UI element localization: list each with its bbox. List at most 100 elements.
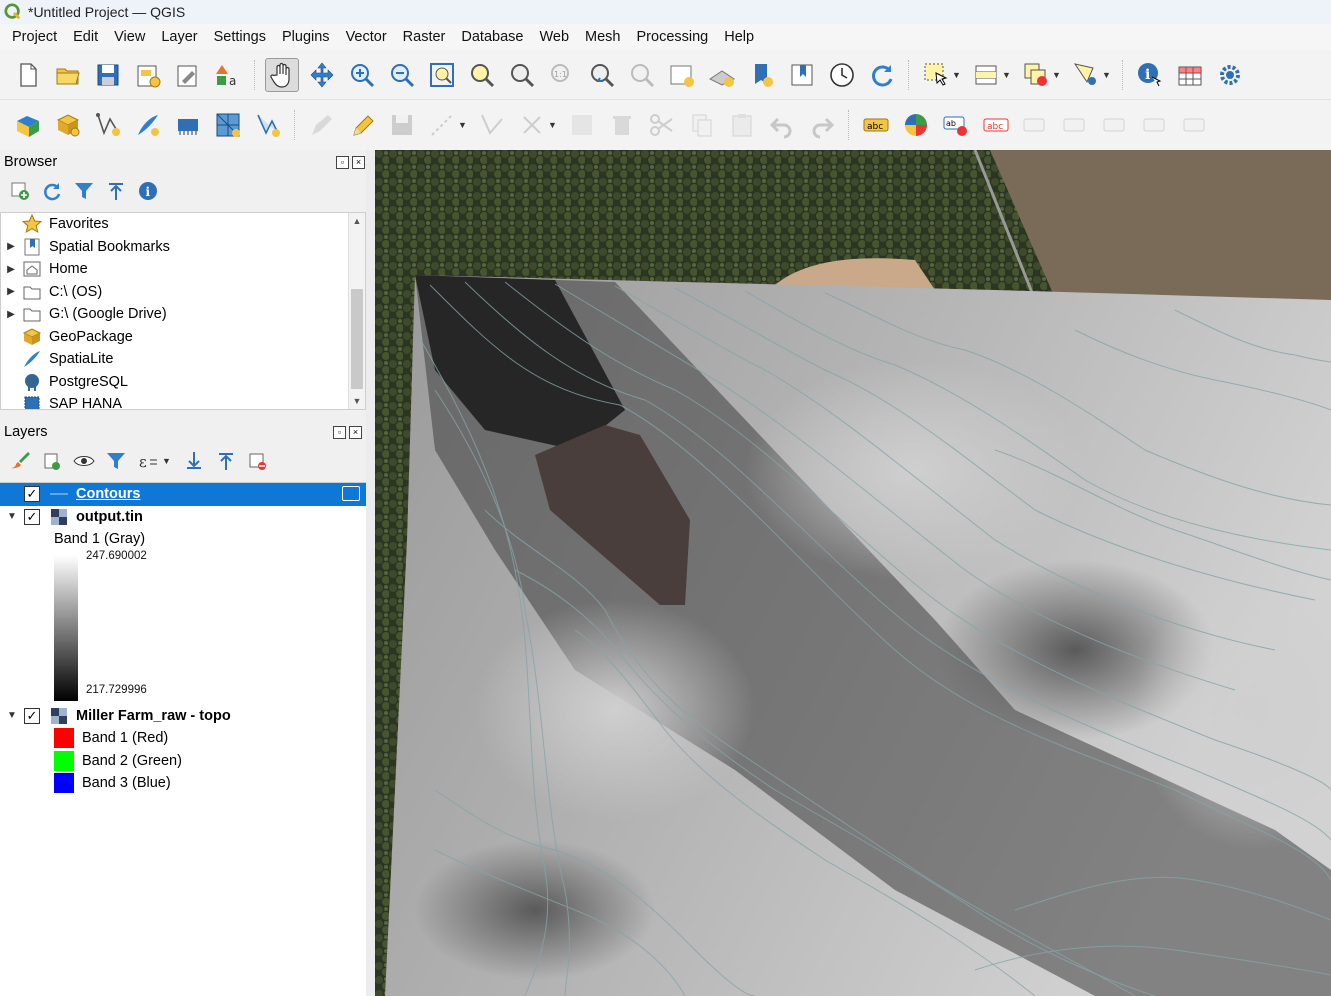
add-selected-layers-button[interactable]	[6, 177, 34, 205]
zoom-to-layer-button[interactable]	[505, 58, 539, 92]
menu-database[interactable]: Database	[453, 29, 531, 45]
layout-manager-button[interactable]	[171, 58, 205, 92]
pan-map-button[interactable]	[265, 57, 299, 92]
menu-project[interactable]: Project	[4, 29, 65, 45]
zoom-out-button[interactable]	[385, 58, 419, 92]
browser-item-home[interactable]: ▶ Home	[1, 258, 365, 281]
map-canvas[interactable]	[375, 150, 1331, 996]
menu-vector[interactable]: Vector	[338, 29, 395, 45]
chevron-right-icon[interactable]: ▶	[1, 309, 21, 320]
collapse-all-button[interactable]	[102, 177, 130, 205]
layer-visibility-checkbox[interactable]: ✓	[24, 486, 40, 503]
open-attribute-table-button[interactable]	[1173, 58, 1207, 92]
identify-features-button[interactable]: i	[1133, 58, 1167, 92]
new-3d-map-view-button[interactable]	[705, 58, 739, 92]
zoom-last-button[interactable]	[585, 58, 619, 92]
new-mesh-layer-button[interactable]	[211, 108, 245, 142]
scroll-down-icon[interactable]: ▼	[349, 393, 365, 409]
chevron-right-icon[interactable]: ▶	[1, 264, 21, 275]
browser-item-geopackage[interactable]: GeoPackage	[1, 326, 365, 349]
expand-all-button[interactable]	[180, 447, 208, 475]
new-temporary-layer-button[interactable]	[251, 108, 285, 142]
browser-item-favorites[interactable]: Favorites	[1, 213, 365, 236]
browser-item-sap-hana[interactable]: SAP HANA	[1, 393, 365, 409]
browser-item-postgresql[interactable]: PostgreSQL	[1, 371, 365, 394]
cut-features-button[interactable]	[645, 108, 679, 142]
add-group-button[interactable]	[38, 447, 66, 475]
browser-item-spatial-bookmarks[interactable]: ▶ Spatial Bookmarks	[1, 236, 365, 259]
chevron-down-icon[interactable]: ▼	[548, 120, 558, 130]
undock-icon[interactable]: ▫	[333, 425, 346, 439]
zoom-native-button[interactable]: 1:1	[545, 58, 579, 92]
highlight-pinned-labels-button[interactable]: ab	[939, 108, 973, 142]
menu-raster[interactable]: Raster	[395, 29, 454, 45]
browser-item-c-drive[interactable]: ▶ C:\ (OS)	[1, 281, 365, 304]
rotate-label-button[interactable]	[1139, 108, 1173, 142]
redo-button[interactable]	[805, 108, 839, 142]
scroll-thumb[interactable]	[351, 289, 363, 389]
menu-view[interactable]: View	[106, 29, 153, 45]
chevron-down-icon[interactable]: ▼	[0, 511, 24, 522]
show-bookmarks-button[interactable]	[785, 58, 819, 92]
zoom-next-button[interactable]	[625, 58, 659, 92]
menu-mesh[interactable]: Mesh	[577, 29, 628, 45]
enable-properties-button[interactable]: i	[134, 177, 162, 205]
chevron-down-icon[interactable]: ▼	[1002, 70, 1012, 80]
collapse-all-button[interactable]	[212, 447, 240, 475]
temporal-controller-button[interactable]	[825, 58, 859, 92]
open-layer-styling-button[interactable]	[6, 447, 34, 475]
edit-attributes-button[interactable]	[565, 108, 599, 142]
refresh-button[interactable]	[865, 58, 899, 92]
filter-browser-button[interactable]	[70, 177, 98, 205]
filter-legend-button[interactable]	[102, 447, 130, 475]
toggle-label-display-button[interactable]: abc	[979, 108, 1013, 142]
pan-to-selection-button[interactable]	[305, 58, 339, 92]
chevron-down-icon[interactable]: ▼	[1052, 70, 1062, 80]
layer-row-output-tin[interactable]: ▼ ✓ output.tin	[0, 506, 366, 529]
delete-selected-button[interactable]	[605, 108, 639, 142]
deselect-features-button[interactable]	[1019, 58, 1053, 92]
chevron-right-icon[interactable]: ▶	[1, 241, 21, 252]
chevron-right-icon[interactable]: ▶	[1, 286, 21, 297]
chevron-down-icon[interactable]: ▼	[458, 120, 468, 130]
label-toolbar-button[interactable]: abc	[859, 108, 893, 142]
chevron-down-icon[interactable]: ▼	[0, 710, 24, 721]
pin-labels-button[interactable]	[1019, 108, 1053, 142]
select-location-button[interactable]	[1069, 58, 1103, 92]
digitize-line-button[interactable]	[425, 108, 459, 142]
undo-button[interactable]	[765, 108, 799, 142]
close-icon[interactable]: ×	[349, 425, 362, 439]
menu-processing[interactable]: Processing	[629, 29, 717, 45]
dock-splitter[interactable]	[366, 150, 375, 996]
layer-visibility-checkbox[interactable]: ✓	[24, 508, 40, 525]
select-by-value-button[interactable]	[969, 58, 1003, 92]
zoom-full-button[interactable]	[425, 58, 459, 92]
options-button[interactable]	[1213, 58, 1247, 92]
modify-attributes-button[interactable]	[515, 108, 549, 142]
menu-layer[interactable]: Layer	[153, 29, 205, 45]
remove-layer-button[interactable]	[244, 447, 272, 475]
refresh-browser-button[interactable]	[38, 177, 66, 205]
manage-visibility-button[interactable]	[70, 447, 98, 475]
menu-edit[interactable]: Edit	[65, 29, 106, 45]
filter-expression-button[interactable]: ε	[134, 447, 162, 475]
style-manager-button[interactable]: a	[211, 58, 245, 92]
diagram-options-button[interactable]	[899, 108, 933, 142]
new-spatialite-layer-button[interactable]	[131, 108, 165, 142]
browser-item-g-drive[interactable]: ▶ G:\ (Google Drive)	[1, 303, 365, 326]
browser-item-spatialite[interactable]: SpatiaLite	[1, 348, 365, 371]
new-virtual-layer-button[interactable]	[171, 108, 205, 142]
scroll-up-icon[interactable]: ▲	[349, 213, 365, 229]
zoom-in-button[interactable]	[345, 58, 379, 92]
new-geopackage-layer-button[interactable]	[51, 108, 85, 142]
copy-features-button[interactable]	[685, 108, 719, 142]
chevron-down-icon[interactable]: ▼	[162, 456, 172, 466]
browser-scrollbar[interactable]: ▲ ▼	[348, 213, 365, 409]
layer-row-contours[interactable]: ✓ Contours	[0, 483, 366, 506]
menu-help[interactable]: Help	[716, 29, 762, 45]
toggle-editing-button[interactable]	[345, 108, 379, 142]
current-edits-button[interactable]	[305, 108, 339, 142]
layer-visibility-checkbox[interactable]: ✓	[24, 707, 40, 724]
zoom-to-selection-button[interactable]	[465, 58, 499, 92]
save-project-button[interactable]	[91, 58, 125, 92]
